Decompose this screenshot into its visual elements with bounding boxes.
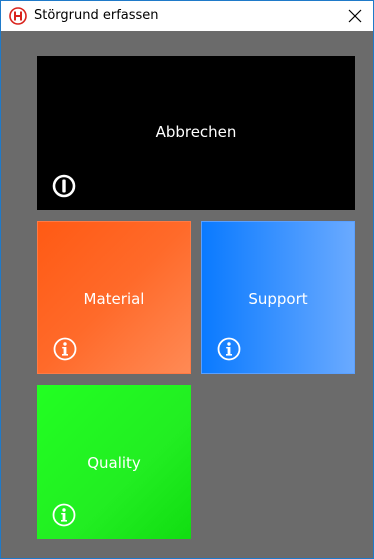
material-tile-button[interactable]: Material	[37, 221, 191, 374]
title-bar[interactable]: Störgrund erfassen	[1, 1, 373, 31]
quality-tile-label: Quality	[87, 454, 141, 472]
dialog-window: Störgrund erfassen Abbrechen Material Su…	[0, 0, 374, 559]
cancel-tile-button[interactable]: Abbrechen	[37, 56, 355, 210]
window-title: Störgrund erfassen	[34, 8, 159, 23]
quality-tile-button[interactable]: Quality	[37, 385, 191, 539]
support-tile-button[interactable]: Support	[201, 221, 355, 374]
tile-panel: Abbrechen Material Support Quality	[1, 31, 373, 558]
info-icon	[52, 503, 76, 527]
cancel-tile-label: Abbrechen	[155, 123, 237, 141]
company-logo-icon	[9, 7, 27, 25]
info-icon	[53, 337, 77, 361]
close-icon	[348, 9, 362, 23]
material-tile-label: Material	[83, 290, 145, 308]
support-tile-label: Support	[248, 290, 308, 308]
power-icon	[52, 174, 76, 198]
info-icon	[217, 337, 241, 361]
close-button[interactable]	[337, 1, 373, 31]
